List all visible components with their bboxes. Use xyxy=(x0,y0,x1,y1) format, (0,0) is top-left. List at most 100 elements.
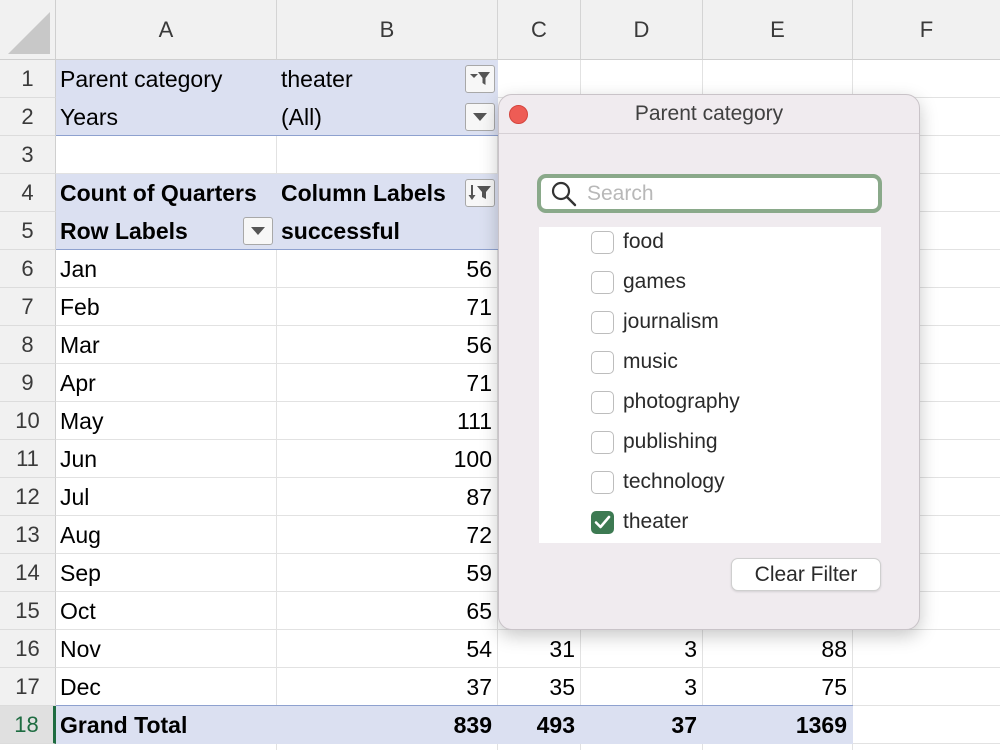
row-header[interactable]: 16 xyxy=(0,630,56,668)
list-item-label: journalism xyxy=(623,310,719,333)
row-header-active[interactable]: 18 xyxy=(0,706,56,744)
filter-parent-value[interactable]: theater xyxy=(277,60,462,98)
column-labels-header[interactable]: Column Labels xyxy=(277,174,462,212)
checkbox[interactable] xyxy=(591,390,614,414)
row-header[interactable]: 13 xyxy=(0,516,56,554)
search-input[interactable] xyxy=(587,181,867,206)
value-cell[interactable]: 54 xyxy=(277,630,498,668)
checkbox[interactable] xyxy=(591,230,614,254)
row-label-jul[interactable]: Jul xyxy=(56,478,277,516)
value-cell[interactable]: 65 xyxy=(277,592,498,630)
value-cell[interactable]: 56 xyxy=(277,250,498,288)
row-header[interactable]: 17 xyxy=(0,668,56,706)
row-header[interactable]: 1 xyxy=(0,60,56,98)
column-header-f[interactable]: F xyxy=(853,0,1000,60)
value-cell[interactable]: 71 xyxy=(277,364,498,402)
row-header[interactable]: 12 xyxy=(0,478,56,516)
value-cell[interactable]: 71 xyxy=(277,288,498,326)
list-item-label: photography xyxy=(623,390,740,413)
row-header[interactable]: 14 xyxy=(0,554,56,592)
row-label-may[interactable]: May xyxy=(56,402,277,440)
checkbox[interactable] xyxy=(591,430,614,454)
value-cell[interactable]: 31 xyxy=(498,630,581,668)
row-header[interactable]: 11 xyxy=(0,440,56,478)
value-cell[interactable]: 72 xyxy=(277,516,498,554)
filter-years-label[interactable]: Years xyxy=(56,98,277,136)
grand-total-cell[interactable]: 1369 xyxy=(703,706,853,744)
checkbox-checked[interactable] xyxy=(591,510,614,534)
checkbox[interactable] xyxy=(591,470,614,494)
chevron-down-icon xyxy=(251,227,265,235)
popup-divider xyxy=(499,133,919,134)
list-item-photography[interactable]: photography xyxy=(539,382,881,422)
column-header-d[interactable]: D xyxy=(581,0,703,60)
row-header[interactable]: 10 xyxy=(0,402,56,440)
row-label-nov[interactable]: Nov xyxy=(56,630,277,668)
search-box[interactable] xyxy=(537,174,882,213)
value-cell[interactable]: 56 xyxy=(277,326,498,364)
row-header[interactable]: 15 xyxy=(0,592,56,630)
list-item-food[interactable]: food xyxy=(539,227,881,262)
value-cell[interactable]: 59 xyxy=(277,554,498,592)
chevron-down-icon xyxy=(473,113,487,121)
list-item-journalism[interactable]: journalism xyxy=(539,302,881,342)
value-cell[interactable]: 111 xyxy=(277,402,498,440)
value-cell[interactable]: 100 xyxy=(277,440,498,478)
clear-filter-button[interactable]: Clear Filter xyxy=(731,558,881,591)
row-header[interactable]: 3 xyxy=(0,136,56,174)
checkbox[interactable] xyxy=(591,270,614,294)
row-header[interactable]: 5 xyxy=(0,212,56,250)
value-cell[interactable]: 3 xyxy=(581,668,703,706)
row-header[interactable]: 7 xyxy=(0,288,56,326)
values-field-label[interactable]: Count of Quarters xyxy=(56,174,277,212)
filter-years-value[interactable]: (All) xyxy=(277,98,462,136)
row-label-mar[interactable]: Mar xyxy=(56,326,277,364)
checkbox[interactable] xyxy=(591,310,614,334)
row-header[interactable]: 8 xyxy=(0,326,56,364)
row-label-jun[interactable]: Jun xyxy=(56,440,277,478)
row-labels-header[interactable]: Row Labels xyxy=(56,212,241,250)
value-cell[interactable]: 88 xyxy=(703,630,853,668)
row-label-sep[interactable]: Sep xyxy=(56,554,277,592)
list-item-games[interactable]: games xyxy=(539,262,881,302)
list-item-theater[interactable]: theater xyxy=(539,502,881,542)
filter-parent-label[interactable]: Parent category xyxy=(56,60,277,98)
value-cell[interactable]: 35 xyxy=(498,668,581,706)
years-dropdown-button[interactable] xyxy=(465,103,495,131)
value-cell[interactable]: 75 xyxy=(703,668,853,706)
column-header-c[interactable]: C xyxy=(498,0,581,60)
row-header[interactable]: 9 xyxy=(0,364,56,402)
grand-total-label[interactable]: Grand Total xyxy=(56,706,277,744)
grand-total-cell[interactable]: 37 xyxy=(581,706,703,744)
row-label-oct[interactable]: Oct xyxy=(56,592,277,630)
list-item-technology[interactable]: technology xyxy=(539,462,881,502)
value-cell[interactable]: 37 xyxy=(277,668,498,706)
list-item-label: food xyxy=(623,230,664,253)
filter-active-button[interactable] xyxy=(465,65,495,93)
column-header-a[interactable]: A xyxy=(56,0,277,60)
row-label-dec[interactable]: Dec xyxy=(56,668,277,706)
list-item-label: games xyxy=(623,270,687,293)
series-header-successful[interactable]: successful xyxy=(277,212,498,250)
list-item-publishing[interactable]: publishing xyxy=(539,422,881,462)
value-cell[interactable]: 87 xyxy=(277,478,498,516)
value-cell[interactable]: 3 xyxy=(581,630,703,668)
row-header[interactable]: 2 xyxy=(0,98,56,136)
row-labels-dropdown-button[interactable] xyxy=(243,217,273,245)
row-label-jan[interactable]: Jan xyxy=(56,250,277,288)
list-item-music[interactable]: music xyxy=(539,342,881,382)
select-all-corner[interactable] xyxy=(0,0,56,60)
column-header-e[interactable]: E xyxy=(703,0,853,60)
row-label-feb[interactable]: Feb xyxy=(56,288,277,326)
row-label-apr[interactable]: Apr xyxy=(56,364,277,402)
row-label-aug[interactable]: Aug xyxy=(56,516,277,554)
row-header[interactable]: 4 xyxy=(0,174,56,212)
grand-total-cell[interactable]: 493 xyxy=(498,706,581,744)
column-labels-sort-filter-button[interactable] xyxy=(465,179,495,207)
sort-filter-icon xyxy=(468,185,491,200)
popup-title: Parent category xyxy=(634,102,784,125)
grand-total-cell[interactable]: 839 xyxy=(277,706,498,744)
column-header-b[interactable]: B xyxy=(277,0,498,60)
row-header[interactable]: 6 xyxy=(0,250,56,288)
checkbox[interactable] xyxy=(591,350,614,374)
